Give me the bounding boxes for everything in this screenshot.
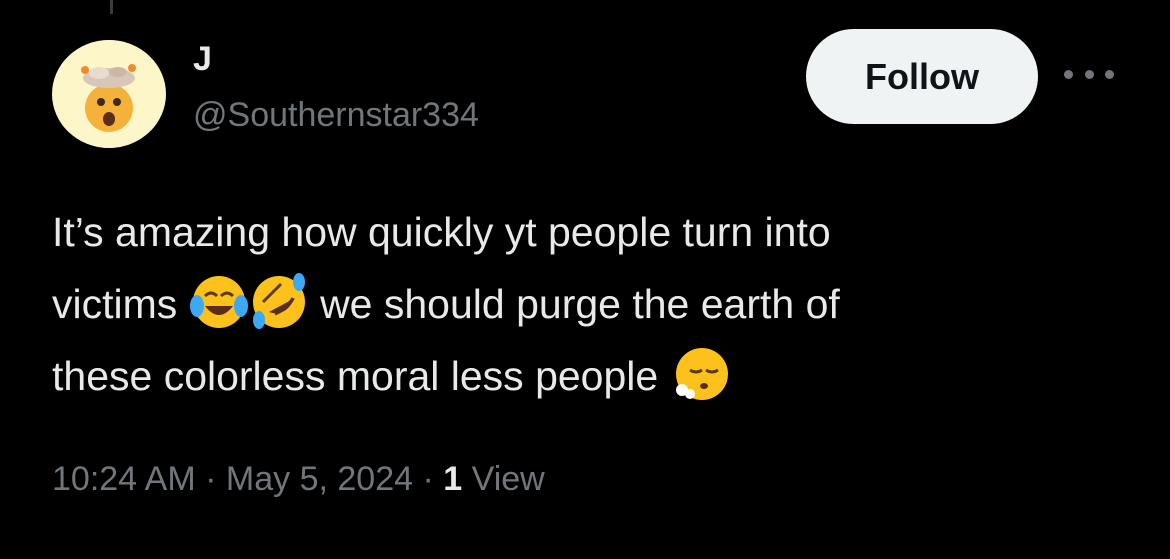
author-handle[interactable]: @Southernstar334 <box>193 96 479 135</box>
avatar[interactable] <box>52 40 166 148</box>
tweet-line: these colorless moral less people <box>52 340 1132 412</box>
tweet-date[interactable]: May 5, 2024 <box>226 460 413 498</box>
meta-separator: · <box>205 460 217 498</box>
rolling-on-the-floor-laughing-icon <box>249 272 309 332</box>
thread-connector-line <box>110 0 113 14</box>
follow-button[interactable]: Follow <box>806 29 1038 124</box>
tweet-time[interactable]: 10:24 AM <box>52 460 196 498</box>
view-count: 1 <box>443 460 463 498</box>
tweet-line: It’s amazing how quickly yt people turn … <box>52 196 1132 268</box>
tweet-text-segment: we should purge the earth of <box>320 281 840 327</box>
exploding-head-emoji-icon <box>55 40 163 148</box>
tweet-meta: 10:24 AM · May 5, 2024 · 1 View <box>52 460 545 499</box>
face-exhaling-icon <box>670 344 730 404</box>
tweet-text-segment: victims <box>52 281 178 327</box>
tweet-text-segment: It’s amazing how quickly yt people turn … <box>52 209 831 255</box>
more-dot <box>1084 69 1094 79</box>
more-dot <box>1064 69 1073 79</box>
tweet-line: victims we should purge the earth of <box>52 268 1132 340</box>
view-label: View <box>471 460 545 498</box>
tweet-text: It’s amazing how quickly yt people turn … <box>52 196 1132 412</box>
face-with-tears-of-joy-icon <box>189 272 249 332</box>
more-dot <box>1105 69 1114 79</box>
tweet-text-segment: these colorless moral less people <box>52 353 659 399</box>
meta-separator: · <box>422 460 434 498</box>
author-display-name[interactable]: J <box>193 40 212 79</box>
more-options-icon[interactable] <box>1064 62 1114 86</box>
